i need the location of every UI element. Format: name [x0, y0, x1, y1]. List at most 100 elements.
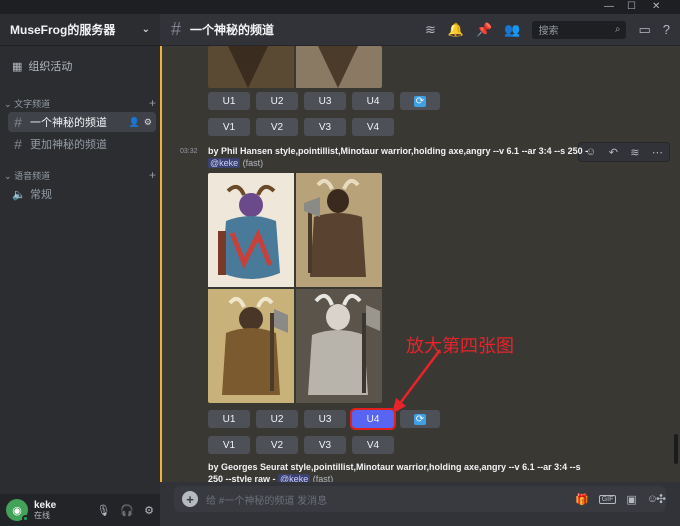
add-attachment-icon[interactable]: +	[182, 491, 198, 507]
calendar-icon: ▦	[12, 60, 23, 73]
user-mention[interactable]: @keke	[278, 474, 311, 482]
prompt-text: by Phil Hansen style,pointillist,Minotau…	[208, 146, 583, 156]
sticker-icon[interactable]: ▣	[626, 493, 636, 506]
message-prompt: by Georges Seurat style,pointillist,Mino…	[208, 462, 581, 472]
upscale-button-u1[interactable]: U1	[208, 92, 250, 110]
close-icon[interactable]: ✕	[652, 0, 660, 14]
channel-item-mysterious[interactable]: # 一个神秘的频道 👤 ⚙	[8, 112, 156, 132]
title-bar: — ☐ ✕	[0, 0, 680, 14]
thread-icon[interactable]: ≋	[630, 146, 639, 159]
category-label: 文字频道	[14, 98, 51, 109]
search-icon: ⌕	[614, 24, 621, 35]
events-label: 组织活动	[28, 61, 73, 73]
prev-image-grid[interactable]	[208, 46, 382, 88]
chat-main: # 一个神秘的频道 ≋ 🔔 📌 👥 搜索 ⌕ ▭ ? U1 U2 U3 U4 ⟳…	[160, 14, 680, 526]
message-timestamp: 03:32	[180, 148, 198, 155]
bell-icon[interactable]: 🔔	[448, 22, 464, 38]
prompt-text: by Georges Seurat style,pointillist,Mino…	[208, 462, 581, 472]
hash-icon: #	[14, 114, 22, 130]
server-name: MuseFrog的服务器	[10, 23, 116, 37]
channel-sidebar: MuseFrog的服务器 ⌄ ▦ 组织活动 ⌄ 文字频道 + # 一个神秘的频道…	[0, 14, 160, 526]
variation-button-v1[interactable]: V1	[208, 118, 250, 136]
prompt-text-cont: 250 --style raw	[208, 474, 271, 482]
search-input[interactable]: 搜索 ⌕	[532, 20, 627, 39]
hash-icon: #	[170, 19, 181, 39]
annotation-arrow-icon	[392, 349, 441, 414]
server-header[interactable]: MuseFrog的服务器 ⌄	[0, 14, 160, 46]
message-actions-bar: ☺ ↶ ≋ ⋯	[578, 142, 670, 162]
upscale-button-u2[interactable]: U2	[256, 410, 298, 428]
upscale-button-u1[interactable]: U1	[208, 410, 250, 428]
message-list: U1 U2 U3 U4 ⟳ V1 V2 V3 V4 ☺ ↶ ≋ ⋯ 03:32 …	[160, 46, 680, 482]
channel-title: 一个神秘的频道	[190, 23, 275, 37]
threads-icon[interactable]: ≋	[425, 22, 436, 38]
discord-window: — ☐ ✕ MuseFrog的服务器 ⌄ ▦ 组织活动 ⌄ 文字频道 + # 一…	[0, 0, 680, 526]
mode-label: (fast)	[312, 474, 334, 482]
voice-channel-general[interactable]: 🔈 常规	[8, 184, 156, 204]
category-label: 语音频道	[14, 170, 51, 181]
variation-button-v3[interactable]: V3	[304, 436, 346, 454]
channel-label: 更加神秘的频道	[30, 139, 107, 151]
user-status: 在线	[34, 511, 50, 520]
mode-label: (fast)	[242, 158, 264, 168]
avatar[interactable]: ◉	[6, 499, 29, 522]
message-meta: @keke (fast)	[208, 158, 263, 168]
add-channel-icon[interactable]: +	[149, 168, 156, 182]
gear-icon[interactable]: ⚙	[144, 117, 152, 128]
online-status-icon	[22, 515, 29, 522]
events-item[interactable]: ▦ 组织活动	[12, 58, 72, 74]
more-icon[interactable]: ⋯	[652, 146, 663, 159]
voice-category[interactable]: ⌄ 语音频道 +	[4, 168, 156, 182]
username: keke	[34, 500, 57, 511]
inbox-icon[interactable]: ▭	[638, 22, 650, 38]
members-icon[interactable]: 👥	[504, 22, 520, 38]
channel-label: 一个神秘的频道	[30, 117, 107, 129]
user-panel: ◉ keke 在线 🎙 🎧 ⚙	[0, 494, 160, 526]
scrollbar-thumb[interactable]	[674, 434, 678, 464]
reroll-button[interactable]: ⟳	[400, 92, 440, 110]
reply-icon[interactable]: ↶	[609, 146, 618, 159]
chevron-down-icon: ⌄	[4, 170, 12, 181]
mention-indicator	[160, 46, 162, 482]
variation-button-v4[interactable]: V4	[352, 436, 394, 454]
channel-header: # 一个神秘的频道 ≋ 🔔 📌 👥 搜索 ⌕ ▭ ?	[160, 14, 680, 46]
refresh-icon: ⟳	[413, 95, 427, 107]
gift-icon[interactable]: 🎁	[575, 493, 589, 506]
reroll-button[interactable]: ⟳	[400, 410, 440, 428]
apps-icon[interactable]: ✣	[656, 492, 666, 506]
hash-icon: #	[14, 136, 22, 152]
headphones-icon[interactable]: 🎧	[120, 504, 134, 517]
chevron-down-icon: ⌄	[141, 24, 150, 35]
variation-button-v2[interactable]: V2	[256, 436, 298, 454]
generated-image-grid[interactable]	[208, 173, 382, 403]
add-member-icon[interactable]: 👤	[129, 117, 140, 128]
variation-button-v4[interactable]: V4	[352, 118, 394, 136]
message-prompt: by Phil Hansen style,pointillist,Minotau…	[208, 146, 589, 156]
message-meta: 250 --style raw - @keke (fast)	[208, 474, 334, 482]
speaker-icon: 🔈	[12, 188, 26, 201]
chevron-down-icon: ⌄	[4, 98, 12, 109]
message-composer[interactable]: + 给 #一个神秘的频道 发消息 🎁 GIF ▣ ☺	[174, 486, 666, 512]
help-icon[interactable]: ?	[663, 22, 670, 37]
gear-icon[interactable]: ⚙	[144, 504, 154, 517]
variation-button-v1[interactable]: V1	[208, 436, 250, 454]
upscale-button-u3[interactable]: U3	[304, 92, 346, 110]
user-mention[interactable]: @keke	[208, 158, 241, 168]
variation-button-v3[interactable]: V3	[304, 118, 346, 136]
pin-icon[interactable]: 📌	[476, 22, 492, 38]
upscale-button-u3[interactable]: U3	[304, 410, 346, 428]
channel-item-more-mysterious[interactable]: # 更加神秘的频道	[8, 134, 156, 154]
variation-button-v2[interactable]: V2	[256, 118, 298, 136]
gif-icon[interactable]: GIF	[598, 494, 617, 504]
upscale-button-u4-highlighted[interactable]: U4	[350, 408, 396, 430]
search-placeholder: 搜索	[538, 26, 559, 37]
text-category[interactable]: ⌄ 文字频道 +	[4, 96, 156, 110]
upscale-button-u4[interactable]: U4	[352, 92, 394, 110]
upscale-button-u2[interactable]: U2	[256, 92, 298, 110]
channel-label: 常规	[30, 189, 52, 201]
composer-placeholder: 给 #一个神秘的频道 发消息	[206, 495, 328, 507]
minimize-icon[interactable]: —	[604, 0, 614, 14]
add-channel-icon[interactable]: +	[149, 96, 156, 110]
microphone-icon[interactable]: 🎙	[96, 504, 110, 517]
maximize-icon[interactable]: ☐	[627, 0, 636, 14]
